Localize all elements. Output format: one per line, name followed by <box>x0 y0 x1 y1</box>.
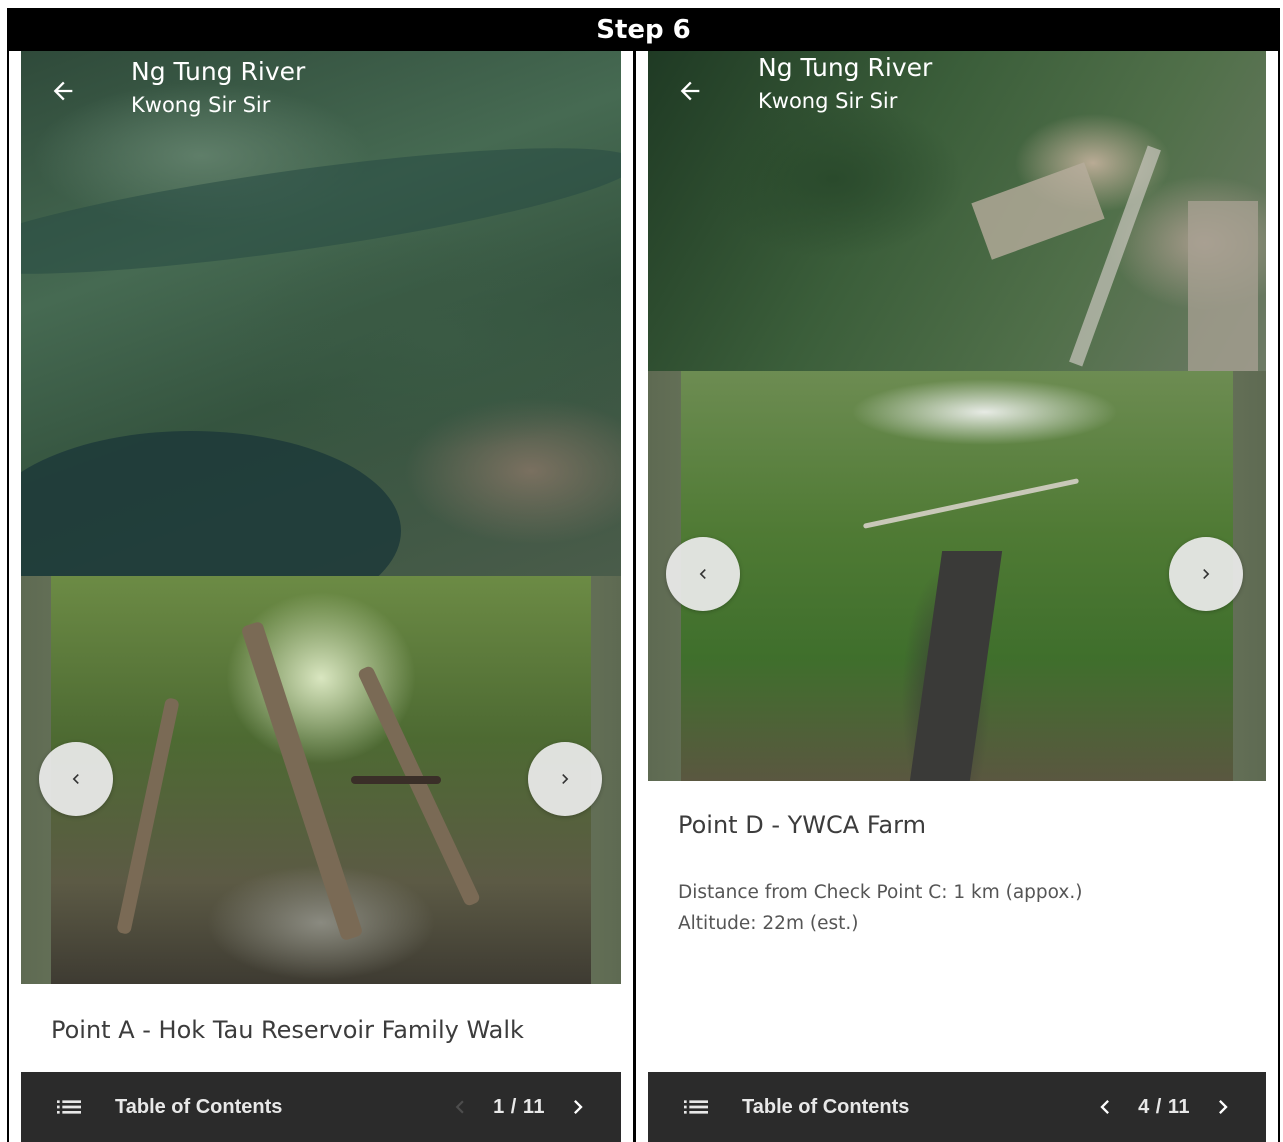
photo-next-button[interactable] <box>528 742 602 816</box>
tree-trunk <box>116 697 180 935</box>
tree-trunk <box>356 664 482 908</box>
table-of-contents-label[interactable]: Table of Contents <box>115 1096 282 1119</box>
pager: 4 / 11 <box>1090 1092 1238 1122</box>
chevron-left-icon <box>455 1100 464 1114</box>
terrain-ridge <box>21 431 401 576</box>
chevron-left-icon <box>1100 1100 1110 1114</box>
arrow-left-icon <box>680 81 700 101</box>
screenshot-frame: Step 6 Ng Tung River Kwong Sir Sir Point… <box>7 8 1280 1142</box>
bamboo-stem <box>862 478 1080 529</box>
point-photo <box>681 371 1233 781</box>
tour-author: Kwong Sir Sir <box>131 93 271 117</box>
terrain-ridge <box>21 122 621 300</box>
map-view[interactable]: Ng Tung River Kwong Sir Sir <box>21 51 621 576</box>
next-page-button[interactable] <box>563 1092 593 1122</box>
map-building <box>971 162 1105 260</box>
table-of-contents-label[interactable]: Table of Contents <box>742 1096 909 1119</box>
tour-view: Ng Tung River Kwong Sir Sir <box>21 51 621 1142</box>
next-page-button[interactable] <box>1208 1092 1238 1122</box>
map-building <box>1188 201 1258 371</box>
point-title: Point A - Hok Tau Reservoir Family Walk <box>51 1016 524 1044</box>
photo-carousel[interactable] <box>648 371 1266 781</box>
table-of-contents-button[interactable] <box>678 1089 714 1125</box>
page-indicator: 4 / 11 <box>1138 1095 1190 1118</box>
point-details: Distance from Check Point C: 1 km (appox… <box>678 877 1082 939</box>
pager: 1 / 11 <box>445 1092 593 1122</box>
phone-screen-left: Ng Tung River Kwong Sir Sir Point A - Ho… <box>9 51 633 1142</box>
photo-carousel[interactable] <box>21 576 621 984</box>
prev-page-button[interactable] <box>1090 1092 1120 1122</box>
prev-page-button[interactable] <box>445 1092 475 1122</box>
chevron-right-icon <box>1203 569 1210 579</box>
list-icon <box>684 1100 708 1114</box>
point-photo <box>51 576 591 984</box>
bottom-navigation-bar: Table of Contents 4 / 11 <box>648 1072 1266 1142</box>
chevron-left-icon <box>699 569 706 579</box>
chevron-right-icon <box>574 1100 583 1114</box>
tour-view: Ng Tung River Kwong Sir Sir <box>648 51 1266 1142</box>
back-button[interactable] <box>43 71 83 111</box>
arrow-left-icon <box>53 81 73 101</box>
photo-prev-button[interactable] <box>39 742 113 816</box>
chevron-right-icon <box>1219 1100 1228 1114</box>
bottom-navigation-bar: Table of Contents 1 / 11 <box>21 1072 621 1142</box>
river-stream <box>909 551 1003 781</box>
tour-title: Ng Tung River <box>758 53 933 82</box>
chevron-right-icon <box>562 774 569 784</box>
map-view[interactable]: Ng Tung River Kwong Sir Sir <box>648 51 1266 371</box>
page-indicator: 1 / 11 <box>493 1095 545 1118</box>
map-title-block: Ng Tung River Kwong Sir Sir <box>758 51 932 117</box>
photo-next-button[interactable] <box>1169 537 1243 611</box>
back-button[interactable] <box>670 71 710 111</box>
bridge-rail <box>351 776 441 784</box>
table-of-contents-button[interactable] <box>51 1089 87 1125</box>
tour-title: Ng Tung River <box>131 57 306 86</box>
point-altitude: Altitude: 22m (est.) <box>678 913 859 934</box>
step-header: Step 6 <box>596 14 691 45</box>
list-icon <box>57 1100 81 1114</box>
point-distance: Distance from Check Point C: 1 km (appox… <box>678 882 1083 903</box>
map-title-block: Ng Tung River Kwong Sir Sir <box>131 55 305 121</box>
tour-author: Kwong Sir Sir <box>758 89 898 113</box>
tree-trunk <box>240 620 364 942</box>
point-title: Point D - YWCA Farm <box>678 811 926 839</box>
chevron-left-icon <box>72 774 79 784</box>
phone-screen-right: Ng Tung River Kwong Sir Sir Point D - YW… <box>636 51 1278 1142</box>
photo-prev-button[interactable] <box>666 537 740 611</box>
